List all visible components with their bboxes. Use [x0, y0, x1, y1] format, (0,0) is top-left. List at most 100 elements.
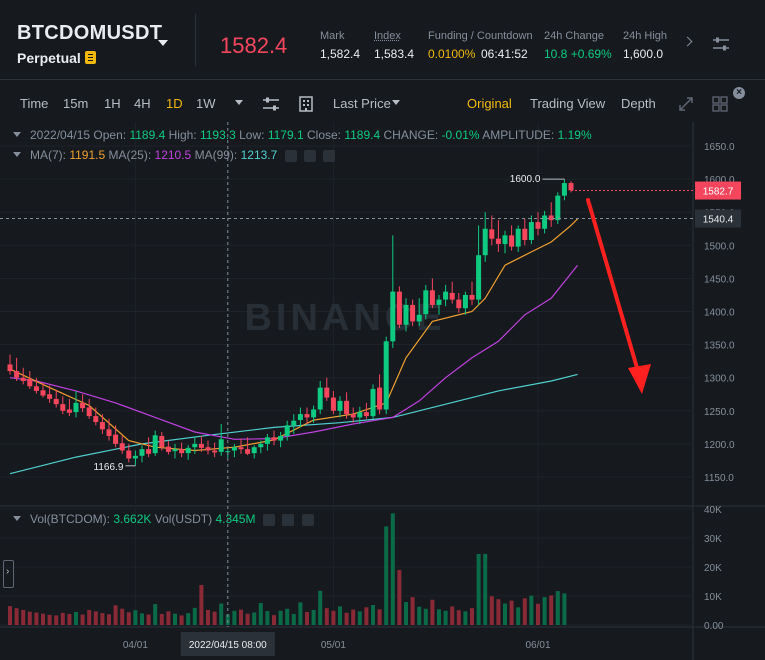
price-tick-label: 1350.0 [704, 341, 735, 352]
symbol-dropdown-chevron-icon[interactable] [158, 40, 168, 46]
candle-body [535, 222, 541, 229]
volume-bar [192, 607, 197, 625]
close-icon[interactable] [323, 149, 336, 162]
legend-close: 1189.4 [344, 128, 381, 142]
candle-body [73, 402, 79, 413]
open-label: Open: [93, 128, 127, 142]
eye-icon[interactable] [262, 513, 275, 526]
ma25-value: 1210.5 [154, 148, 192, 162]
eye-icon[interactable] [284, 149, 297, 162]
candle-body [278, 435, 284, 441]
vol-legend-chevron-icon[interactable] [13, 516, 21, 521]
candle-body [40, 390, 46, 396]
header-divider [195, 14, 196, 66]
volume-bar [74, 611, 78, 625]
volume-bar [364, 607, 369, 625]
ma99-label: MA(99): [194, 148, 238, 162]
volume-bar [239, 609, 243, 625]
index-label[interactable]: Index [374, 30, 401, 42]
high-label: High: [168, 128, 197, 142]
candle-body [271, 437, 277, 441]
candle-body [396, 291, 402, 325]
volume-bar [437, 609, 441, 625]
volume-bar [126, 612, 131, 625]
ma7-value: 1191.5 [69, 148, 106, 162]
view-depth[interactable]: Depth [621, 96, 656, 111]
settings-sliders-icon[interactable] [712, 36, 730, 52]
volume-bar [113, 605, 118, 625]
candle-body [291, 420, 297, 426]
volume-bar [483, 553, 488, 625]
volume-bar [338, 606, 342, 625]
ohlc-legend: 2022/04/15 Open: 1189.4 High: 1193.3 Low… [30, 128, 592, 142]
volume-bar [60, 612, 65, 625]
candle-body [528, 222, 534, 241]
legend-date: 2022/04/15 [30, 128, 91, 142]
volume-bar [324, 608, 329, 625]
building-icon[interactable] [299, 96, 313, 112]
close-icon[interactable]: × [733, 87, 745, 99]
interval-time[interactable]: Time [20, 96, 48, 111]
candle-body [20, 377, 26, 382]
fullscreen-icon[interactable] [678, 96, 694, 112]
volume-bar [549, 595, 554, 625]
candle-body [205, 447, 211, 451]
grid-layout-icon[interactable] [712, 96, 728, 112]
volume-bar [212, 611, 217, 625]
candle-body [304, 414, 310, 418]
volume-bar [166, 611, 171, 625]
side-panel-toggle[interactable] [3, 560, 14, 588]
price-type-select[interactable]: Last Price [333, 96, 391, 111]
price-type-chevron-icon[interactable] [392, 100, 400, 105]
view-original[interactable]: Original [467, 96, 512, 111]
legend-collapse-chevron-icon[interactable] [13, 132, 21, 137]
interval-1w[interactable]: 1W [196, 96, 216, 111]
volume-bar [522, 598, 527, 625]
low-label: Low: [239, 128, 265, 142]
interval-more-chevron-icon[interactable] [235, 100, 243, 105]
candle-body [410, 304, 416, 322]
price-tick-label: 1450.0 [704, 274, 735, 285]
interval-4h[interactable]: 4H [134, 96, 151, 111]
indicator-settings-icon[interactable] [262, 96, 280, 112]
interval-1h[interactable]: 1H [104, 96, 121, 111]
gear-icon[interactable] [304, 149, 316, 162]
interval-1d[interactable]: 1D [166, 96, 183, 111]
volume-bar [93, 611, 98, 625]
annotation-arrow-head [628, 364, 651, 394]
candle-body [251, 447, 257, 454]
candle-body [337, 400, 343, 411]
candle-body [66, 409, 72, 413]
volume-bar [278, 610, 283, 625]
close-icon[interactable] [301, 513, 314, 526]
chevron-right-icon[interactable] [682, 36, 693, 47]
candle-body [429, 290, 435, 305]
candle-body [27, 379, 33, 387]
volume-bar [285, 608, 290, 625]
price-tick-label: 1300.0 [704, 374, 735, 385]
candle-body [311, 409, 317, 418]
gear-icon[interactable] [282, 513, 295, 526]
interval-15m[interactable]: 15m [63, 96, 88, 111]
volume-bar [179, 615, 184, 625]
last-price: 1582.4 [220, 33, 288, 58]
candle-body [423, 290, 429, 315]
candle-body [476, 255, 482, 300]
ma-legend-chevron-icon[interactable] [13, 152, 21, 157]
candle-body [462, 294, 468, 309]
volume-bar [298, 602, 303, 625]
document-icon[interactable] [85, 51, 96, 64]
candle-body [86, 407, 92, 417]
funding-label: Funding / Countdown [428, 30, 533, 42]
volume-bar [417, 606, 422, 625]
price-chart[interactable]: BINANCE 1650.01600.01550.01500.01450.014… [0, 122, 765, 660]
volume-bar [390, 513, 395, 625]
volume-tick-label: 20K [704, 563, 722, 574]
volume-bar [245, 613, 250, 625]
volume-bar [476, 553, 481, 625]
symbol-name[interactable]: BTCDOMUSDT [17, 22, 162, 45]
volume-bar [252, 612, 257, 625]
vol-usdt-label: Vol(USDT) [154, 512, 213, 526]
volume-bar [100, 613, 105, 625]
view-trading-view[interactable]: Trading View [530, 96, 605, 111]
